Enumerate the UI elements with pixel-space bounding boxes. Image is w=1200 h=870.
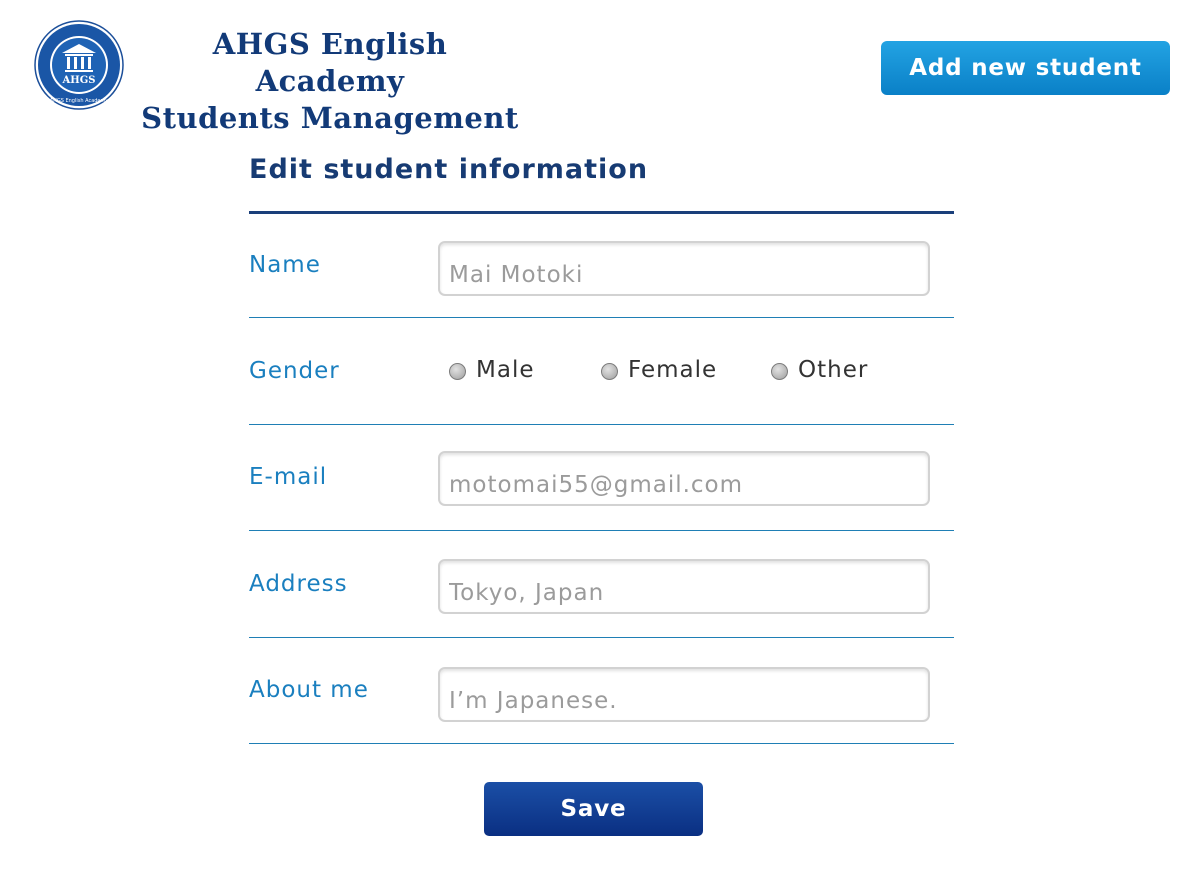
row-divider [249, 743, 954, 744]
brand-title-line-2: Students Management [141, 101, 519, 135]
brand-title: AHGS English Academy Students Management [140, 26, 520, 137]
app-header: AHGS AHGS English Academy AHGS English A… [0, 0, 1200, 135]
address-field[interactable] [438, 559, 930, 614]
add-new-student-button[interactable]: Add new student [881, 41, 1170, 95]
gender-male-label[interactable]: Male [476, 357, 534, 383]
save-button[interactable]: Save [484, 782, 703, 836]
gender-male-radio[interactable] [449, 363, 466, 380]
about-me-label: About me [249, 677, 369, 703]
about-me-field[interactable] [438, 667, 930, 722]
gender-female-radio[interactable] [601, 363, 618, 380]
academy-logo-icon: AHGS AHGS English Academy [34, 20, 124, 110]
gender-other-radio[interactable] [771, 363, 788, 380]
gender-other-label[interactable]: Other [798, 357, 868, 383]
row-divider [249, 317, 954, 318]
logo-ring-text: AHGS English Academy [50, 98, 109, 104]
row-divider [249, 530, 954, 531]
name-label: Name [249, 252, 321, 278]
row-divider [249, 424, 954, 425]
gender-label: Gender [249, 358, 340, 384]
email-field[interactable] [438, 451, 930, 506]
address-label: Address [249, 571, 348, 597]
name-field[interactable] [438, 241, 930, 296]
brand-title-line-1: AHGS English Academy [212, 27, 448, 98]
logo-seal-text: AHGS [62, 75, 96, 86]
email-label: E-mail [249, 464, 328, 490]
form-title: Edit student information [249, 154, 649, 185]
title-divider [249, 211, 954, 214]
gender-female-label[interactable]: Female [628, 357, 717, 383]
row-divider [249, 637, 954, 638]
